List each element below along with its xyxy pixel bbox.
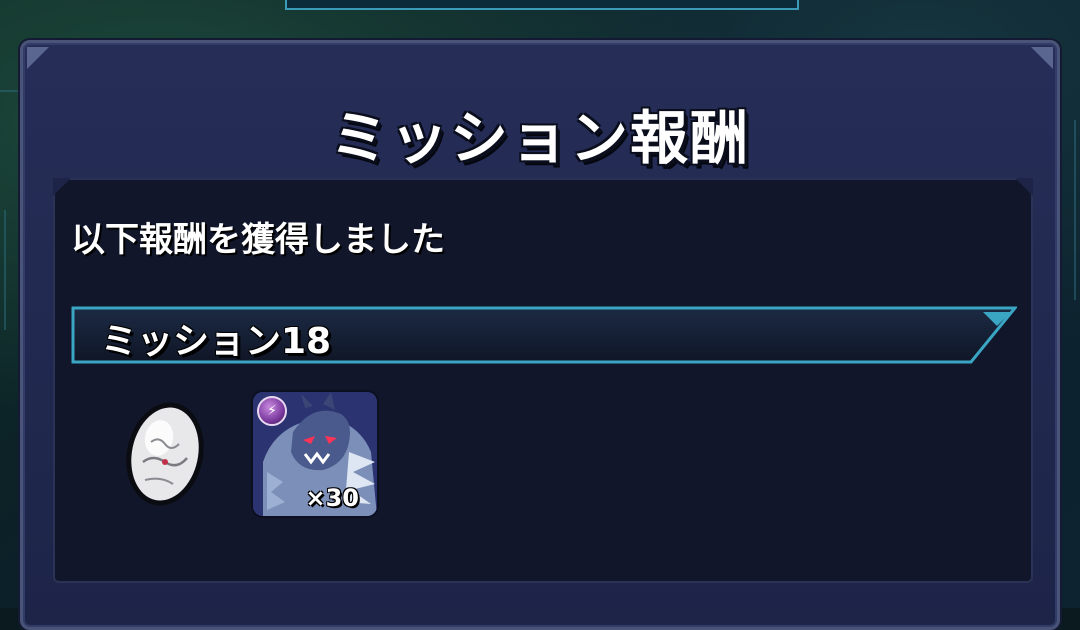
monster-reward-card[interactable]: ⚡ ×30 [253, 392, 377, 516]
reward-message: 以下報酬を獲得しました [71, 220, 445, 260]
modal-title: ミッション報酬 [329, 104, 750, 172]
modal-corner-decoration [1031, 47, 1053, 69]
mission-header-bar: ミッション18 [71, 304, 1017, 366]
panel-corner-decoration [53, 178, 71, 196]
bg-circuit-line [4, 210, 6, 330]
reward-modal: ミッション報酬 以下報酬を獲得しました ミッション18 ⚡ ×30 [20, 40, 1060, 630]
egg-icon [115, 392, 215, 512]
mission-label: ミッション18 [101, 321, 332, 362]
panel-corner-decoration [1015, 178, 1033, 196]
bg-circuit-line [0, 90, 22, 92]
element-wood-badge-icon: ⚡ [257, 396, 287, 426]
modal-corner-decoration [27, 47, 49, 69]
top-hud-bar [285, 0, 799, 10]
bg-circuit-line [1074, 120, 1076, 300]
reward-quantity: ×30 [305, 484, 359, 512]
reward-panel: 以下報酬を獲得しました ミッション18 ⚡ ×30 [53, 178, 1033, 583]
